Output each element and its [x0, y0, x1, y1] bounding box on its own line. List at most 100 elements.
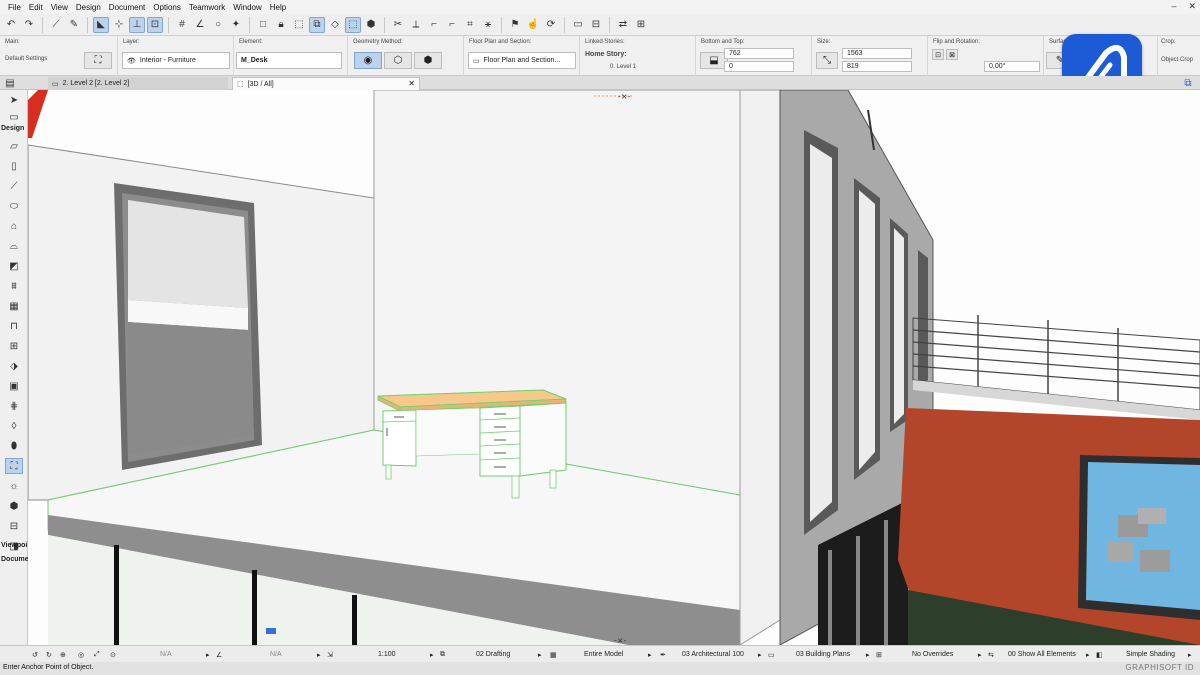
select-rect-icon[interactable]: □: [255, 17, 271, 33]
renovation-value[interactable]: No Overrides: [912, 649, 953, 660]
magic-wand-icon[interactable]: ✦: [228, 17, 244, 33]
graphisoft-id-label[interactable]: GRAPHISOFT ID: [1125, 663, 1194, 672]
window-tool-icon[interactable]: ⊞: [5, 338, 23, 354]
size-a-field[interactable]: 1563: [842, 48, 912, 59]
railing-tool-icon[interactable]: ⋕: [5, 398, 23, 414]
3d-model-view[interactable]: -×- -×-: [28, 90, 1200, 645]
rotation-field[interactable]: 0,00°: [984, 61, 1040, 72]
flag-icon[interactable]: ⚑: [507, 17, 523, 33]
pen-set-value[interactable]: 03 Architectural 100: [682, 649, 744, 660]
angle-view-icon[interactable]: ∠: [216, 649, 222, 660]
shading-icon[interactable]: ◧: [1096, 649, 1103, 660]
fillet-icon[interactable]: ⌐: [426, 17, 442, 33]
tab-level-2[interactable]: ▭ 2. Level 2 [2. Level 2]: [48, 77, 228, 90]
snap-guides-icon[interactable]: ⊹: [111, 17, 127, 33]
morph-tool-icon[interactable]: ◩: [5, 258, 23, 274]
display-icon[interactable]: ▭: [570, 17, 586, 33]
beam-tool-icon[interactable]: ⟋: [5, 178, 23, 194]
intersect-icon[interactable]: ⌗: [462, 17, 478, 33]
undo-zoom-icon[interactable]: ↺: [32, 649, 38, 660]
dropdown-arrow-icon[interactable]: ▸: [317, 649, 321, 660]
menu-help[interactable]: Help: [266, 3, 290, 12]
filter-value[interactable]: 00 Show All Elements: [1008, 649, 1076, 660]
bottom-field[interactable]: 0: [724, 61, 794, 72]
offset-icon[interactable]: ⌐: [444, 17, 460, 33]
close-window-icon[interactable]: ✕: [1188, 1, 1196, 12]
close-tab-icon[interactable]: ✕: [408, 79, 415, 88]
scissors-icon[interactable]: ✂: [390, 17, 406, 33]
scale-icon[interactable]: ⇲: [327, 649, 333, 660]
scale-value[interactable]: 1:100: [378, 649, 396, 660]
menu-document[interactable]: Document: [105, 3, 149, 12]
angle-icon[interactable]: ∠: [192, 17, 208, 33]
opening-tool-icon[interactable]: ▣: [5, 378, 23, 394]
layers-icon[interactable]: ⧉: [309, 16, 325, 33]
rotate-icon[interactable]: ⟳: [543, 17, 559, 33]
marquee-icon[interactable]: ⬚: [345, 16, 361, 33]
menu-file[interactable]: File: [4, 3, 25, 12]
door-tool-icon[interactable]: ⊓: [5, 318, 23, 334]
element-id-field[interactable]: M_Desk: [236, 52, 342, 69]
zone-tool-icon[interactable]: ⬮: [5, 438, 23, 454]
zoom-in-icon[interactable]: ⊕: [60, 649, 66, 660]
shading-arrow-icon[interactable]: ▸: [1188, 649, 1192, 660]
menu-view[interactable]: View: [47, 3, 72, 12]
view-options-icon[interactable]: ⧉: [1180, 75, 1196, 91]
lamp-tool-icon[interactable]: ☼: [5, 478, 23, 494]
fit-icon[interactable]: ⤢: [94, 649, 100, 660]
teamwork-icon[interactable]: ⇄: [615, 17, 631, 33]
suspend-groups-icon[interactable]: ⬚: [291, 17, 307, 33]
redo-zoom-icon[interactable]: ↻: [46, 649, 52, 660]
skylight-tool-icon[interactable]: ⬗: [5, 358, 23, 374]
split-icon[interactable]: ⚹: [480, 17, 496, 33]
minimize-icon[interactable]: –: [1171, 1, 1176, 12]
arrow-tool-icon[interactable]: ➤: [5, 92, 23, 108]
grid-snap-icon[interactable]: ⊡: [147, 16, 163, 33]
renovation-arrow-icon[interactable]: ▸: [978, 649, 982, 660]
inject-icon[interactable]: ✎: [66, 17, 82, 33]
layer-field[interactable]: 👁︎ Interior - Furniture: [122, 52, 230, 69]
orbit-icon[interactable]: ◎: [78, 649, 84, 660]
shell-tool-icon[interactable]: ⌓: [5, 238, 23, 254]
model-view-value[interactable]: Entire Model: [584, 649, 623, 660]
roof-tool-icon[interactable]: ⌂: [5, 218, 23, 234]
mesh-tool-icon[interactable]: ◊: [5, 418, 23, 434]
zoom-icon[interactable]: ⊙: [110, 649, 116, 660]
floorplan-field[interactable]: ▭ Floor Plan and Section...: [468, 52, 576, 69]
scale-arrow-icon[interactable]: ▸: [430, 649, 434, 660]
guide-lines-icon[interactable]: ◣: [93, 16, 109, 33]
layer-combo-icon[interactable]: ⧉: [440, 649, 445, 660]
tab-3d-all[interactable]: ⬚ [3D / All] ✕: [232, 77, 420, 90]
column-tool-icon[interactable]: ▯: [5, 158, 23, 174]
lock-icon[interactable]: 🔒︎: [273, 17, 289, 33]
design-group-label[interactable]: Design: [1, 125, 24, 132]
menu-edit[interactable]: Edit: [25, 3, 47, 12]
menu-window[interactable]: Window: [229, 3, 265, 12]
flip-button[interactable]: ⊡: [932, 49, 944, 60]
stair-tool-icon[interactable]: ⩩: [5, 278, 23, 294]
renovation-icon[interactable]: ⊞: [876, 649, 882, 660]
crop-value[interactable]: Object Crop: [1161, 57, 1193, 63]
wall-tool-icon[interactable]: ▱: [5, 138, 23, 154]
circle-icon[interactable]: ○: [210, 17, 226, 33]
menu-design[interactable]: Design: [72, 3, 105, 12]
model-view-arrow-icon[interactable]: ▸: [648, 649, 652, 660]
grid-icon[interactable]: #: [174, 17, 190, 33]
curtain-wall-tool-icon[interactable]: ▦: [5, 298, 23, 314]
undo-icon[interactable]: ↶: [3, 17, 19, 33]
layer-combo-arrow-icon[interactable]: ▸: [538, 649, 542, 660]
pen-set-icon[interactable]: ✒: [660, 649, 666, 660]
graphic-override-value[interactable]: 03 Building Plans: [796, 649, 850, 660]
top-field[interactable]: 762: [724, 48, 794, 59]
slab-tool-icon[interactable]: ⬭: [5, 198, 23, 214]
hand-icon[interactable]: ☝: [525, 17, 541, 33]
menu-teamwork[interactable]: Teamwork: [185, 3, 229, 12]
geometry-method-3-button[interactable]: ⬢: [414, 52, 442, 69]
size-b-field[interactable]: 819: [842, 61, 912, 72]
object-settings-button[interactable]: ⛶: [84, 52, 112, 69]
document-group-label[interactable]: Docume: [1, 556, 29, 563]
grid-tool-icon[interactable]: ⊟: [5, 518, 23, 534]
object-tool-icon[interactable]: ⛶: [5, 458, 23, 474]
override-icon[interactable]: ▭: [768, 649, 775, 660]
mesh-icon[interactable]: ⊟: [588, 17, 604, 33]
